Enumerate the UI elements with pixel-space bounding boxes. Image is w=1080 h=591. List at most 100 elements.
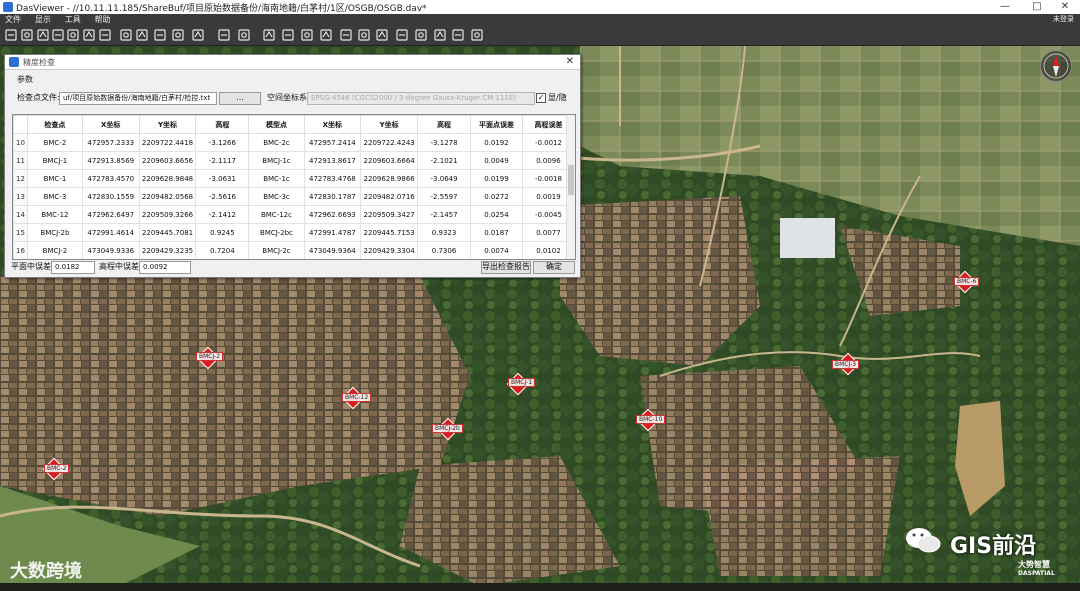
dialog-close-button[interactable]: ✕: [566, 55, 574, 69]
check-points-table[interactable]: 检查点 X坐标 Y坐标 高程 模型点 X坐标 Y坐标 高程 平面点误差 高程误差…: [12, 114, 576, 260]
scroll-thumb[interactable]: [568, 165, 574, 195]
table-cell: BMCJ-2bc: [248, 223, 305, 242]
table-cell: BMC-2: [26, 133, 83, 152]
map-marker-label[interactable]: BMC-2: [44, 464, 70, 473]
map-marker-label[interactable]: BMC-10: [636, 415, 666, 424]
tag-icon[interactable]: [375, 28, 389, 42]
marker-icon[interactable]: [395, 28, 409, 42]
row-number: 17: [14, 260, 28, 261]
pointer-icon[interactable]: [217, 28, 231, 42]
maximize-button[interactable]: □: [1022, 0, 1052, 14]
ok-button[interactable]: 确定: [533, 261, 575, 274]
menu-help[interactable]: 帮助: [90, 14, 117, 25]
table-cell: 472991.4787: [303, 223, 362, 242]
light-icon[interactable]: [300, 28, 314, 42]
ruler-icon[interactable]: [319, 28, 333, 42]
dialog-app-icon: [9, 57, 19, 67]
minimize-button[interactable]: —: [990, 0, 1020, 14]
measure-icon[interactable]: [281, 28, 295, 42]
settings-icon[interactable]: [451, 28, 465, 42]
rotate-icon[interactable]: [262, 28, 276, 42]
map-marker-label[interactable]: BMCJ-2: [196, 352, 224, 361]
col-header[interactable]: 高程: [195, 115, 250, 134]
map-marker-label[interactable]: BMCJ-1: [508, 378, 536, 387]
refresh-icon[interactable]: [66, 28, 80, 42]
home-icon[interactable]: [98, 28, 112, 42]
export-report-button[interactable]: 导出检查报告: [481, 261, 531, 274]
table-row[interactable]: 17BMC-10473093.49102209347.4902-2.9436BM…: [14, 260, 575, 261]
row-number: 13: [13, 187, 28, 206]
cube-icon[interactable]: [153, 28, 167, 42]
col-header[interactable]: X坐标: [81, 115, 140, 134]
dialog-titlebar: 精度检查 ✕: [5, 55, 580, 70]
check-table: 检查点 X坐标 Y坐标 高程 模型点 X坐标 Y坐标 高程 平面点误差 高程误差…: [13, 115, 575, 261]
col-header[interactable]: Y坐标: [360, 115, 419, 134]
table-cell: -2.9142: [418, 260, 471, 261]
table-row[interactable]: 13 BMC-3 472830.1559 2209482.0568 -2.5616 BMC…: [13, 187, 575, 206]
menu-file[interactable]: 文件: [0, 14, 27, 25]
table-cell: 472962.6693: [303, 205, 362, 224]
menu-tools[interactable]: 工具: [60, 14, 87, 25]
toolbar: [0, 25, 1080, 46]
show-hide-checkbox[interactable]: ✓: [536, 93, 546, 103]
map-marker-label[interactable]: BMCJ-3: [832, 360, 860, 369]
table-cell: 0.0199: [470, 169, 523, 188]
table-cell: 472830.1787: [303, 187, 362, 206]
table-row[interactable]: 11 BMCJ-1 472913.8569 2209603.6656 -2.1117 BM…: [13, 151, 575, 170]
folder-icon[interactable]: [36, 28, 50, 42]
area-icon[interactable]: [339, 28, 353, 42]
export-icon[interactable]: [82, 28, 96, 42]
col-header[interactable]: 平面点误差: [470, 115, 523, 134]
menu-display[interactable]: 显示: [30, 14, 57, 25]
map-marker-label[interactable]: BMC-12: [342, 393, 372, 402]
table-row[interactable]: 12 BMC-1 472783.4570 2209628.9848 -3.0631 BMC…: [13, 169, 575, 188]
col-header[interactable]: 模型点: [248, 115, 305, 134]
table-row[interactable]: 10 BMC-2 472957.2333 2209722.4418 -3.1266 BMC…: [13, 133, 575, 152]
table-header-row: 检查点 X坐标 Y坐标 高程 模型点 X坐标 Y坐标 高程 平面点误差 高程误差: [13, 115, 575, 134]
table-cell: BMCJ-2b: [26, 223, 83, 242]
sun-icon[interactable]: [470, 28, 484, 42]
table-row[interactable]: 15 BMCJ-2b 472991.4614 2209445.7081 0.9245 BM…: [13, 223, 575, 242]
crs-select[interactable]: EPSG:4546 (CGCS2000 / 3-degree Gauss-Kru…: [307, 92, 535, 105]
browse-button[interactable]: ...: [219, 92, 261, 105]
map-marker-label[interactable]: BMCJ-2b: [432, 424, 463, 433]
table-cell: BMCJ-2: [26, 241, 83, 259]
col-header[interactable]: 检查点: [26, 115, 83, 134]
col-header[interactable]: 高程: [417, 115, 472, 134]
table-cell: 2209603.6664: [360, 151, 419, 170]
table-cell: 2209347.4902: [139, 260, 196, 261]
volume-icon[interactable]: [414, 28, 428, 42]
map-marker-label[interactable]: BMC-6: [954, 277, 980, 286]
save-icon[interactable]: [51, 28, 65, 42]
checkfile-input[interactable]: uf/项目原始数据备份/海南地籍/白茅村/检控.txt: [59, 92, 217, 105]
login-status[interactable]: 未登录: [1053, 14, 1074, 25]
table-cell: 473093.4990: [304, 260, 361, 261]
hand-icon[interactable]: [191, 28, 205, 42]
table-cell: 472783.4768: [303, 169, 362, 188]
compass-icon[interactable]: [1040, 50, 1072, 82]
table-row[interactable]: 16 BMCJ-2 473049.9336 2209429.3235 0.7204 BMC…: [13, 241, 575, 259]
wechat-logo-icon: [904, 525, 942, 555]
table-cell: 2209722.4418: [138, 133, 197, 152]
grid-icon[interactable]: [171, 28, 185, 42]
close-window-button[interactable]: ✕: [1050, 0, 1080, 14]
table-cell: 0.0272: [470, 187, 523, 206]
table-cell: 0.0187: [470, 223, 523, 242]
table-cell: BMC-10: [27, 260, 82, 261]
table-cell: 472957.2333: [81, 133, 140, 152]
new-icon[interactable]: [4, 28, 18, 42]
table-scrollbar[interactable]: [566, 115, 575, 259]
profile-icon[interactable]: [357, 28, 371, 42]
table-cell: -2.5597: [417, 187, 472, 206]
row-number: 11: [13, 151, 28, 170]
table-cell: 0.9245: [195, 223, 250, 242]
layers-icon[interactable]: [119, 28, 133, 42]
col-header[interactable]: Y坐标: [138, 115, 197, 134]
triangle-icon[interactable]: [135, 28, 149, 42]
table-cell: 0.0192: [470, 133, 523, 152]
open-icon[interactable]: [20, 28, 34, 42]
fullscreen-icon[interactable]: [237, 28, 251, 42]
col-header[interactable]: X坐标: [303, 115, 362, 134]
globe-icon[interactable]: [433, 28, 447, 42]
table-row[interactable]: 14 BMC-12 472962.6497 2209509.3266 -2.1412 BM…: [13, 205, 575, 224]
